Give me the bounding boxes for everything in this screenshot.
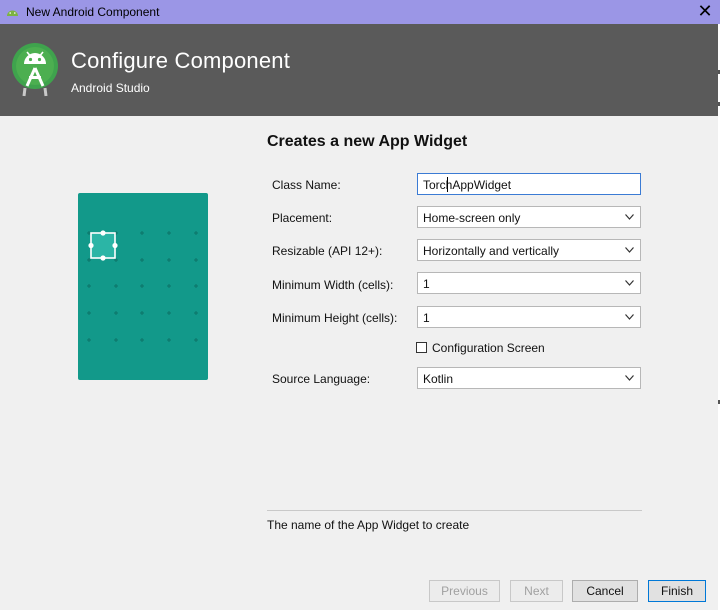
divider <box>267 510 642 511</box>
android-studio-logo <box>12 43 58 97</box>
min-width-label: Minimum Width (cells): <box>272 278 394 292</box>
placement-value: Home-screen only <box>423 211 521 225</box>
page-subtitle: Android Studio <box>71 81 150 95</box>
grid-dot <box>115 311 117 315</box>
help-text: The name of the App Widget to create <box>267 518 470 532</box>
configuration-screen-checkbox[interactable] <box>416 342 427 353</box>
close-icon[interactable]: ✕ <box>690 0 720 24</box>
grid-dot <box>88 258 90 262</box>
chevron-down-icon <box>625 314 634 320</box>
grid-dot <box>168 258 170 262</box>
resizable-label: Resizable (API 12+): <box>272 244 383 258</box>
grid-dot <box>115 284 117 288</box>
page-title: Configure Component <box>71 48 291 73</box>
chevron-down-icon <box>625 247 634 253</box>
class-name-input[interactable]: TorchAppWidget <box>417 173 641 195</box>
min-width-select[interactable]: 1 <box>417 272 641 294</box>
min-height-value: 1 <box>423 311 430 325</box>
window-titlebar: New Android Component ✕ <box>0 0 720 24</box>
placement-label: Placement: <box>272 211 333 225</box>
widget-preview-grid <box>87 230 198 342</box>
grid-dot <box>115 338 117 342</box>
next-button[interactable]: Next <box>510 580 563 602</box>
finish-button[interactable]: Finish <box>648 580 706 602</box>
grid-dot <box>195 311 197 315</box>
resizable-select[interactable]: Horizontally and vertically <box>417 239 641 261</box>
source-language-label: Source Language: <box>272 372 371 386</box>
grid-dot <box>88 231 90 235</box>
grid-dot <box>141 258 143 262</box>
class-name-value: TorchAppWidget <box>423 178 512 192</box>
min-height-label: Minimum Height (cells): <box>272 311 398 325</box>
chevron-down-icon <box>625 280 634 286</box>
previous-button[interactable]: Previous <box>429 580 500 602</box>
chevron-down-icon <box>625 214 634 220</box>
android-icon <box>7 10 18 16</box>
grid-dot <box>141 311 143 315</box>
grid-dot <box>168 311 170 315</box>
placement-select[interactable]: Home-screen only <box>417 206 641 228</box>
min-height-select[interactable]: 1 <box>417 306 641 328</box>
chevron-down-icon <box>625 375 634 381</box>
grid-dot <box>195 258 197 262</box>
class-name-label: Class Name: <box>272 178 341 192</box>
grid-dot <box>195 338 197 342</box>
grid-dot <box>195 284 197 288</box>
grid-dot <box>141 231 143 235</box>
grid-dot <box>141 284 143 288</box>
widget-preview <box>78 193 208 380</box>
grid-dot <box>88 311 90 315</box>
source-language-select[interactable]: Kotlin <box>417 367 641 389</box>
window-title: New Android Component <box>26 5 160 19</box>
text-caret <box>447 177 448 192</box>
grid-dot <box>195 231 197 235</box>
dialog-header: Configure Component Android Studio <box>0 24 720 116</box>
grid-dot <box>168 284 170 288</box>
configuration-screen-label: Configuration Screen <box>432 341 545 355</box>
form-heading: Creates a new App Widget <box>267 133 468 150</box>
cancel-button[interactable]: Cancel <box>572 580 638 602</box>
grid-dot <box>168 338 170 342</box>
source-language-value: Kotlin <box>423 372 454 386</box>
grid-dot <box>141 338 143 342</box>
resizable-value: Horizontally and vertically <box>423 244 560 258</box>
min-width-value: 1 <box>423 277 430 291</box>
grid-dot <box>88 338 90 342</box>
grid-dot <box>88 284 90 288</box>
grid-dot <box>168 231 170 235</box>
